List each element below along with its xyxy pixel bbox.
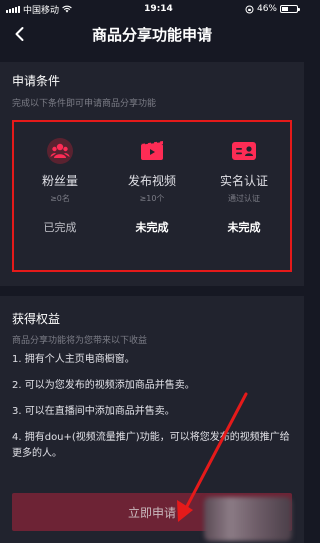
apply-button-label: 立即申请	[127, 505, 176, 520]
condition-status: 已完成	[43, 221, 77, 234]
condition-detail: ≥10个	[139, 194, 165, 203]
requirements-section: 申请条件 完成以下条件即可申请商品分享功能 粉丝量 ≥0名 已完成 发布视频 ≥…	[0, 62, 304, 286]
condition-videos: 发布视频 ≥10个 未完成	[106, 122, 198, 235]
condition-fans: 粉丝量 ≥0名 已完成	[14, 122, 106, 235]
benefits-subtitle: 商品分享功能将为您带来以下收益	[12, 336, 148, 346]
benefit-item: 4. 拥有dou+(视频流量推广)功能，可以将您发布的视频推广给更多的人。	[12, 432, 290, 459]
condition-name: 实名认证	[219, 174, 268, 188]
benefit-item: 3. 可以在直播间中添加商品并售卖。	[12, 406, 175, 417]
condition-status: 未完成	[227, 221, 261, 234]
video-icon	[137, 136, 167, 166]
condition-name: 粉丝量	[41, 174, 78, 188]
condition-real-name: 实名认证 通过认证 未完成	[198, 122, 290, 235]
nav-bar: 商品分享功能申请	[0, 18, 304, 50]
condition-name: 发布视频	[127, 174, 176, 188]
requirements-subtitle: 完成以下条件即可申请商品分享功能	[12, 99, 157, 109]
carrier-label: 中国移动	[23, 5, 60, 16]
page-title: 商品分享功能申请	[91, 25, 212, 44]
benefits-title: 获得权益	[12, 312, 61, 326]
id-card-icon	[229, 136, 259, 166]
condition-detail: ≥0名	[50, 194, 70, 203]
condition-status: 未完成	[135, 221, 169, 234]
battery-percent: 46%	[256, 4, 277, 14]
wifi-icon	[62, 5, 72, 13]
battery-icon	[280, 5, 300, 13]
benefit-item: 2. 可以为您发布的视频添加商品并售卖。	[12, 380, 195, 391]
status-bar: 中国移动 19:14 46%	[0, 0, 304, 18]
benefit-item: 1. 拥有个人主页电商橱窗。	[12, 354, 135, 365]
condition-detail: 通过认证	[228, 194, 260, 203]
requirements-title: 申请条件	[12, 74, 61, 88]
chevron-left-icon[interactable]	[10, 24, 30, 44]
signal-icon	[6, 5, 20, 13]
clock: 19:14	[144, 4, 173, 14]
blurred-watermark	[204, 497, 292, 541]
orientation-lock-icon	[245, 5, 254, 13]
fans-icon	[45, 136, 75, 166]
conditions-highlight-box: 粉丝量 ≥0名 已完成 发布视频 ≥10个 未完成 实名认证 通过认证 未完成	[12, 120, 292, 272]
